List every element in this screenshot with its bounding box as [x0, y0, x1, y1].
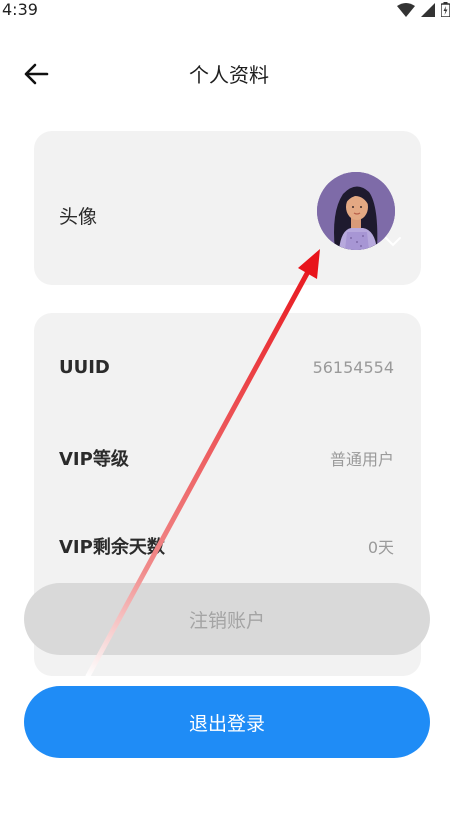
vip-level-value: 普通用户: [329, 450, 394, 469]
logout-button[interactable]: 退出登录: [24, 686, 430, 758]
vip-days-label: VIP剩余天数: [59, 537, 165, 558]
uuid-value: 56154554: [312, 358, 394, 377]
battery-icon: [440, 2, 451, 21]
status-bar: 4:39: [0, 0, 458, 22]
profile-screen: 4:39 个人资料 头像 UUID 56154554 VIP等级 普通用户 VI…: [0, 0, 458, 820]
vip-days-value: 0天: [367, 538, 394, 557]
avatar-picker[interactable]: [317, 172, 401, 250]
uuid-label: UUID: [59, 357, 110, 378]
avatar-card[interactable]: 头像: [34, 131, 421, 285]
status-time: 4:39: [2, 0, 38, 19]
chevron-down-icon: [383, 234, 403, 248]
wifi-icon: [397, 2, 415, 21]
delete-account-button[interactable]: 注销账户: [24, 583, 430, 655]
vip-level-label: VIP等级: [59, 449, 129, 470]
status-icons: [397, 2, 451, 21]
page-title: 个人资料: [189, 63, 269, 87]
signal-icon: [421, 2, 435, 21]
avatar-label: 头像: [59, 206, 98, 228]
